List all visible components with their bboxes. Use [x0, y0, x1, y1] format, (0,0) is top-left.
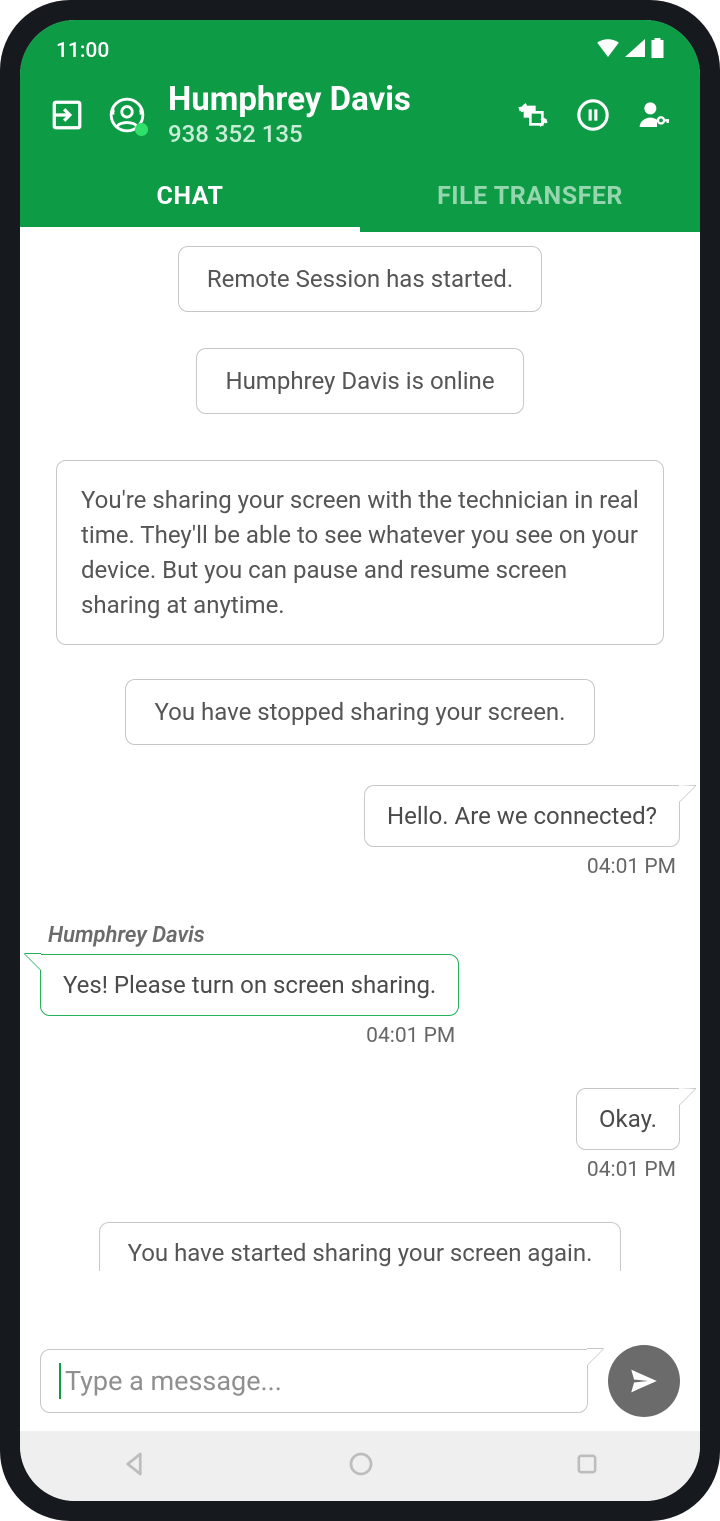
message-input[interactable]: Type a message...: [40, 1349, 588, 1413]
swap-screen-icon[interactable]: [514, 96, 552, 134]
message-timestamp: 04:01 PM: [366, 1024, 455, 1048]
nav-recent-icon[interactable]: [573, 1450, 601, 1482]
outgoing-message: Okay.: [576, 1088, 680, 1150]
app-bar: Humphrey Davis 938 352 135: [20, 72, 700, 164]
header-subtitle: 938 352 135: [168, 120, 492, 148]
nav-back-icon[interactable]: [119, 1449, 149, 1483]
pause-icon[interactable]: [574, 96, 612, 134]
system-message: You have started sharing your screen aga…: [99, 1222, 622, 1271]
text-caret-icon: [59, 1363, 61, 1399]
header: 11:00: [20, 20, 700, 232]
system-message: You're sharing your screen with the tech…: [56, 460, 664, 645]
message-timestamp: 04:01 PM: [587, 1158, 676, 1182]
message-input-placeholder: Type a message...: [65, 1365, 282, 1397]
screen: 11:00: [20, 20, 700, 1501]
tab-chat[interactable]: CHAT: [20, 164, 360, 232]
phone-frame: 11:00: [0, 0, 720, 1521]
online-status-dot-icon: [135, 123, 148, 136]
status-bar: 11:00: [20, 20, 700, 72]
battery-icon: [651, 38, 664, 64]
wifi-icon: [597, 39, 619, 63]
send-button[interactable]: [608, 1345, 680, 1417]
system-message: Humphrey Davis is online: [196, 348, 523, 414]
tabs: CHAT FILE TRANSFER: [20, 164, 700, 232]
status-time: 11:00: [56, 39, 109, 63]
message-timestamp: 04:01 PM: [587, 855, 676, 879]
header-title: Humphrey Davis: [168, 82, 492, 118]
send-icon: [627, 1364, 661, 1398]
user-key-icon[interactable]: [634, 96, 672, 134]
outgoing-message: Hello. Are we connected?: [364, 785, 680, 847]
tab-file-transfer[interactable]: FILE TRANSFER: [360, 164, 700, 232]
composer: Type a message...: [20, 1335, 700, 1431]
system-message: You have stopped sharing your screen.: [125, 679, 594, 745]
exit-icon[interactable]: [48, 96, 86, 134]
cellular-icon: [625, 39, 645, 63]
nav-home-icon[interactable]: [346, 1449, 376, 1483]
chat-body[interactable]: Remote Session has started. Humphrey Dav…: [20, 232, 700, 1335]
android-nav-bar: [20, 1431, 700, 1501]
system-message: Remote Session has started.: [178, 246, 542, 312]
incoming-message: Yes! Please turn on screen sharing.: [40, 954, 459, 1016]
incoming-sender: Humphrey Davis: [48, 923, 459, 948]
agent-avatar-icon[interactable]: [108, 96, 146, 134]
